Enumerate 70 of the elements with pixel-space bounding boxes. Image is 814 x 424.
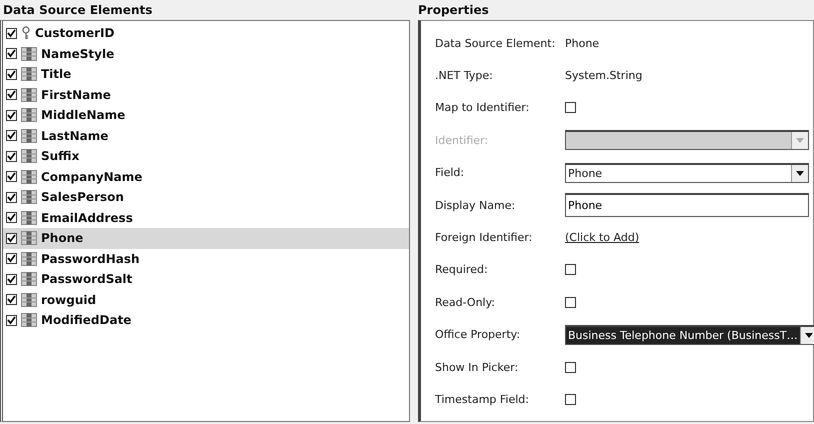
checkbox[interactable] bbox=[6, 314, 17, 326]
checkbox[interactable] bbox=[6, 89, 17, 100]
list-item[interactable]: CustomerID bbox=[3, 23, 409, 44]
list-item[interactable]: SalesPerson bbox=[3, 187, 409, 208]
list-item[interactable]: NameStyle bbox=[3, 44, 409, 64]
property-label: Timestamp Field: bbox=[435, 392, 530, 406]
list-item[interactable]: PasswordSalt bbox=[3, 269, 409, 290]
property-label: Required: bbox=[435, 263, 489, 276]
checkbox[interactable] bbox=[6, 68, 17, 80]
checkbox[interactable] bbox=[6, 171, 17, 182]
list-item[interactable]: PasswordHash bbox=[3, 248, 409, 269]
add-link[interactable]: (Click to Add) bbox=[565, 231, 809, 244]
checkbox[interactable] bbox=[6, 212, 17, 224]
table-column-icon bbox=[21, 292, 37, 307]
key-icon bbox=[21, 26, 31, 40]
checkbox[interactable] bbox=[6, 253, 17, 264]
checkbox[interactable] bbox=[565, 296, 576, 308]
table-column-icon bbox=[21, 46, 37, 61]
list-item[interactable]: Title bbox=[3, 64, 409, 84]
table-column-icon bbox=[21, 252, 37, 266]
table-column-icon bbox=[21, 190, 37, 204]
property-label: Map to Identifier: bbox=[435, 101, 530, 114]
table-column-icon bbox=[21, 272, 37, 286]
property-label: Data Source Element: bbox=[435, 36, 556, 50]
property-value: System.String bbox=[565, 69, 644, 82]
property-label: Show In Picker: bbox=[435, 360, 520, 374]
property-label: Office Property: bbox=[435, 328, 522, 342]
list-item[interactable]: Suffix bbox=[3, 146, 409, 166]
checkbox[interactable] bbox=[565, 394, 576, 405]
table-column-icon bbox=[21, 231, 37, 246]
checkbox[interactable] bbox=[6, 150, 17, 162]
property-label: Identifier: bbox=[435, 134, 490, 147]
checkbox[interactable] bbox=[6, 110, 17, 121]
list-item[interactable]: EmailAddress bbox=[3, 208, 409, 228]
checkbox[interactable] bbox=[565, 102, 576, 114]
property-label: Display Name: bbox=[435, 198, 516, 212]
property-label: Foreign Identifier: bbox=[435, 231, 534, 244]
dropdown[interactable]: Business Telephone Number (BusinessT… bbox=[565, 324, 814, 345]
table-column-icon bbox=[21, 88, 37, 102]
list-item[interactable]: rowguid bbox=[3, 290, 409, 310]
list-item[interactable]: ModifiedDate bbox=[3, 310, 409, 330]
table-column-icon bbox=[21, 313, 37, 328]
checkbox[interactable] bbox=[6, 48, 17, 60]
list-item[interactable]: CompanyName bbox=[3, 166, 409, 187]
checkbox[interactable] bbox=[565, 362, 576, 373]
checkbox[interactable] bbox=[6, 28, 17, 39]
input-field[interactable]: Phone bbox=[565, 193, 809, 218]
table-column-icon bbox=[21, 170, 37, 184]
checkbox[interactable] bbox=[6, 192, 17, 203]
list-item[interactable]: LastName bbox=[3, 126, 409, 146]
table-column-icon bbox=[21, 149, 37, 164]
checkbox[interactable] bbox=[565, 264, 576, 276]
list-item[interactable]: MiddleName bbox=[3, 105, 409, 126]
property-value: Phone bbox=[565, 36, 600, 50]
checkbox[interactable] bbox=[6, 130, 17, 142]
property-label: Field: bbox=[435, 166, 466, 180]
checkbox[interactable] bbox=[6, 294, 17, 306]
checkbox[interactable] bbox=[6, 232, 17, 244]
table-column-icon bbox=[21, 67, 37, 82]
table-column-icon bbox=[21, 128, 37, 143]
property-label: Read-Only: bbox=[435, 296, 496, 309]
panel-title: Properties bbox=[417, 2, 490, 19]
table-column-icon bbox=[21, 210, 37, 225]
panel-title: Data Source Elements bbox=[2, 2, 154, 19]
dropdown[interactable]: Phone bbox=[565, 162, 809, 183]
checkbox[interactable] bbox=[6, 274, 17, 285]
list-item[interactable]: Phone bbox=[3, 228, 409, 248]
property-label: .NET Type: bbox=[435, 69, 494, 82]
table-column-icon bbox=[21, 108, 37, 122]
list-item[interactable]: FirstName bbox=[3, 84, 409, 105]
